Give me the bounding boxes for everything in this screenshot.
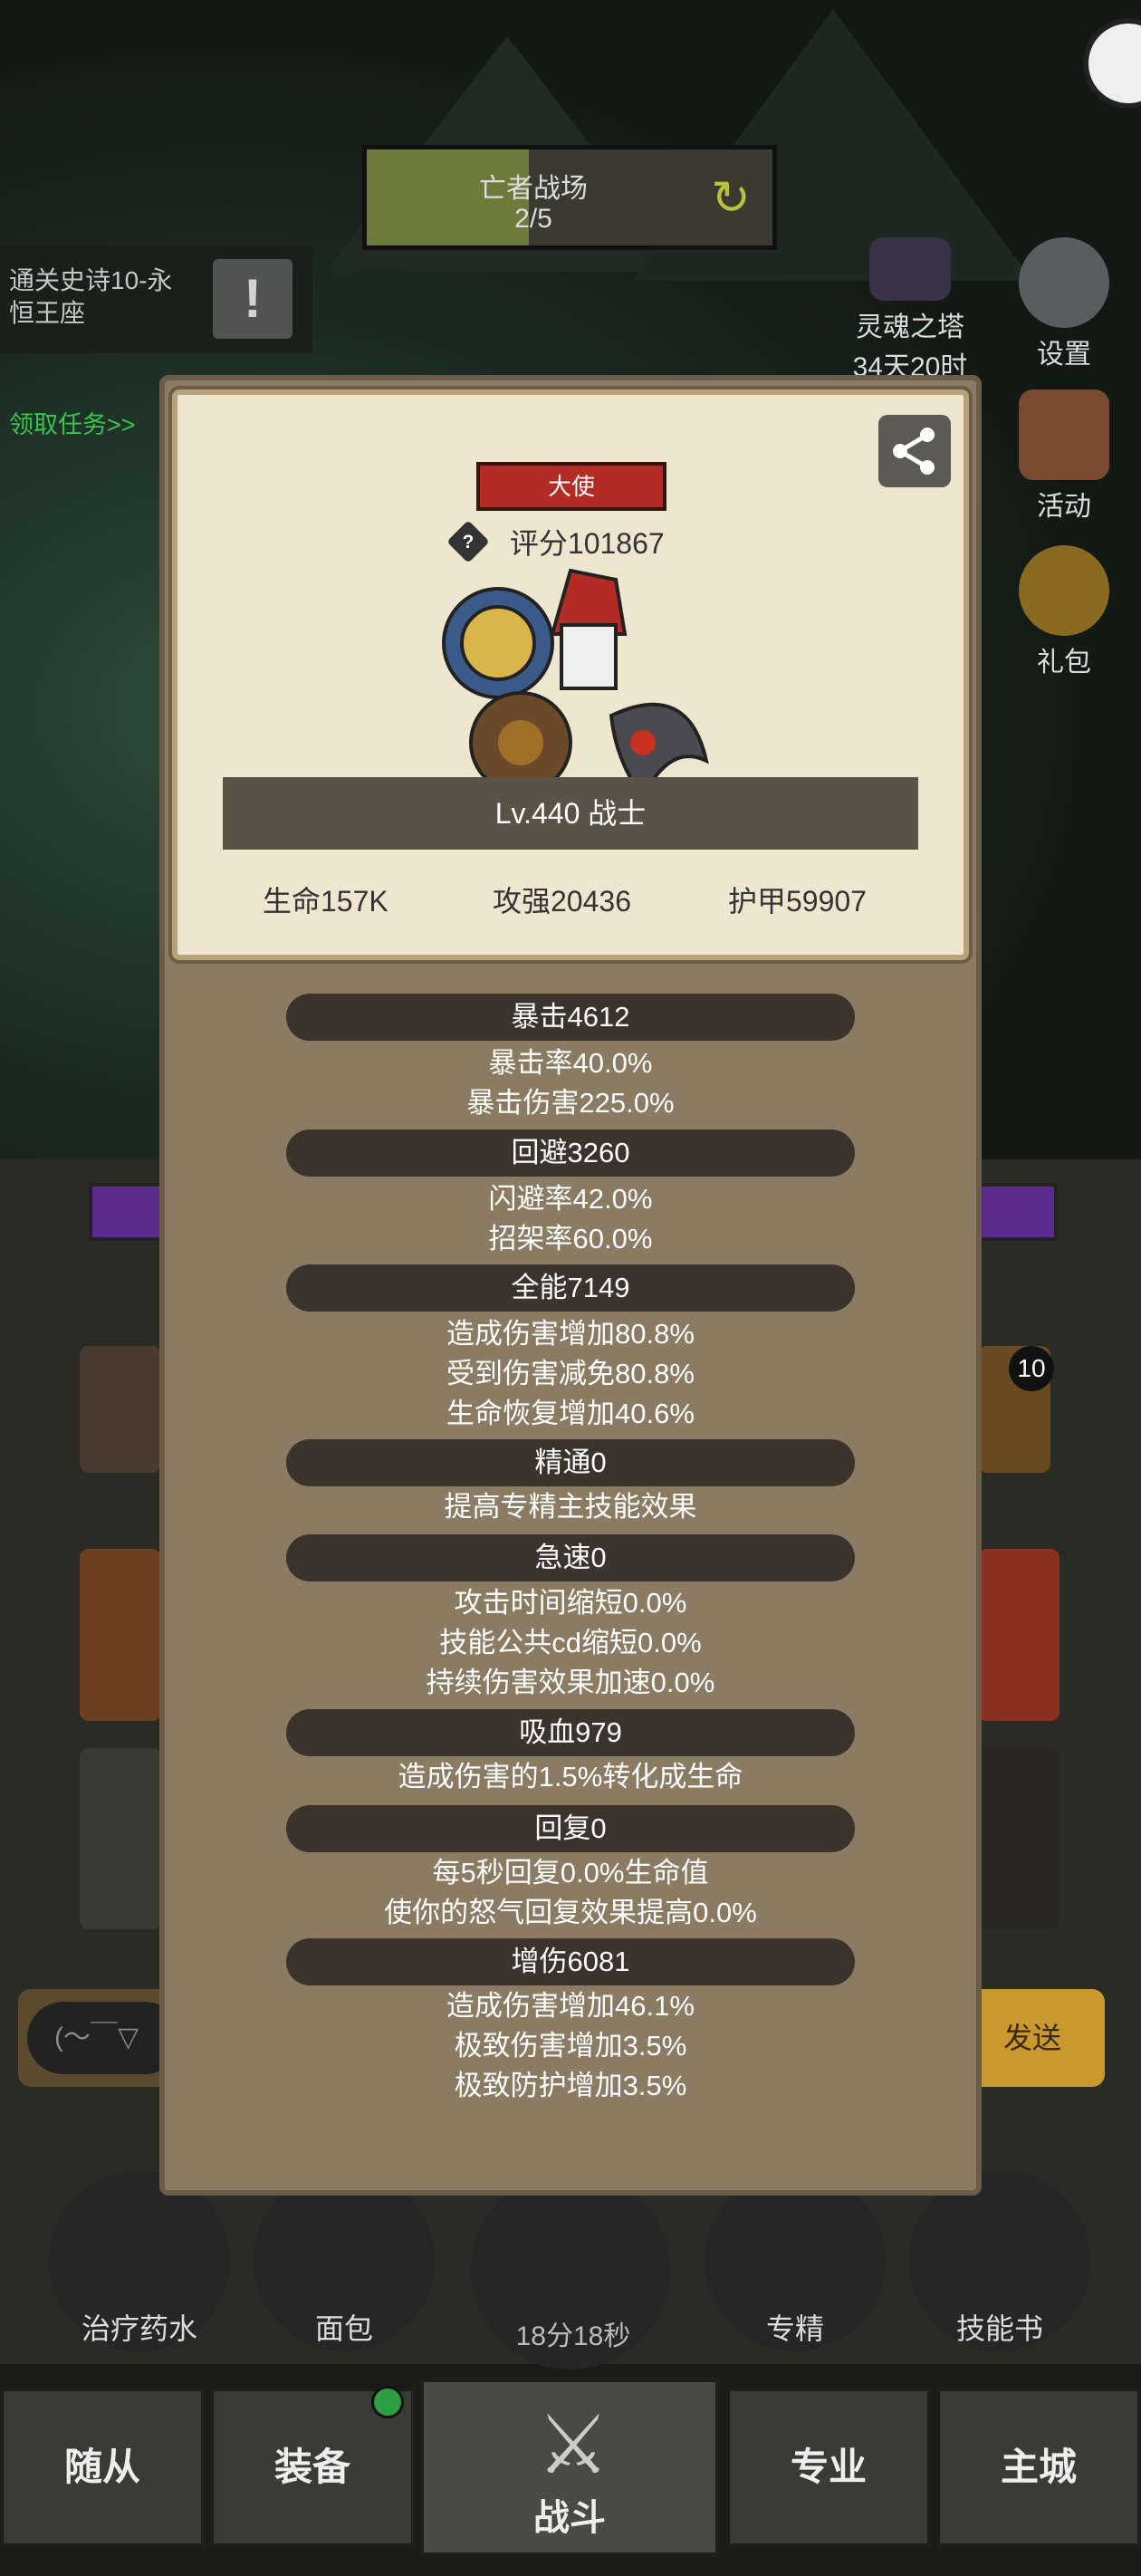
activities-label: 活动 <box>1037 492 1091 522</box>
section-line: 技能公共cd缩短0.0% <box>439 1627 702 1658</box>
healing-potion-slot[interactable]: 治疗药水 <box>49 2170 230 2351</box>
mission-box[interactable]: 通关史诗10-永恒王座 ! <box>0 246 312 353</box>
settings-button[interactable]: 设置 <box>1005 237 1123 371</box>
quest-progress-bar[interactable]: 亡者战场 2/5 ↻ <box>362 145 777 250</box>
activities-button[interactable]: 活动 <box>1005 389 1123 524</box>
section-line: 使你的怒气回复效果提高0.0% <box>384 1897 757 1928</box>
title-badge: 大使 <box>476 462 666 511</box>
chat-input[interactable]: (～￣▽ <box>27 2002 181 2074</box>
section-header: 全能7149 <box>286 1264 855 1312</box>
section-line: 暴击率40.0% <box>488 1047 653 1079</box>
section-line: 生命恢复增加40.6% <box>446 1398 695 1429</box>
equipment-slot[interactable] <box>80 1346 161 1473</box>
section-header: 暴击4612 <box>286 994 855 1041</box>
help-icon[interactable]: ? <box>446 520 490 563</box>
tab-followers[interactable]: 随从 <box>0 2388 205 2547</box>
section-line: 攻击时间缩短0.0% <box>454 1587 687 1619</box>
share-button[interactable] <box>878 415 951 487</box>
section-line: 每5秒回复0.0%生命值 <box>432 1857 709 1889</box>
section-header: 急速0 <box>286 1534 855 1581</box>
crossed-swords-icon: ⚔ <box>536 2400 610 2491</box>
tab-profession[interactable]: 专业 <box>726 2388 931 2547</box>
tab-main-city[interactable]: 主城 <box>936 2388 1141 2547</box>
quest-count: 2/5 <box>514 204 552 234</box>
gear-icon <box>1019 237 1109 328</box>
tower-label: 灵魂之塔 <box>856 312 964 342</box>
score-row: ? 评分101867 <box>446 520 665 563</box>
gift-label: 礼包 <box>1037 648 1091 678</box>
section-line: 暴击伤害225.0% <box>466 1087 675 1119</box>
section-line: 闪避率42.0% <box>488 1183 653 1215</box>
quest-title: 亡者战场 <box>479 174 588 204</box>
equipment-slot[interactable]: 10 <box>978 1346 1054 1473</box>
chest-timer: 18分18秒 <box>515 2321 631 2351</box>
section-header: 回复0 <box>286 1805 855 1852</box>
calendar-icon <box>1019 389 1109 480</box>
exclamation-icon: ! <box>213 259 292 339</box>
section-line: 造成伤害增加46.1% <box>446 1990 695 2022</box>
tab-battle[interactable]: ⚔ 战斗 <box>420 2379 719 2556</box>
hp-stat: 生命157K <box>263 885 388 918</box>
mission-text: 通关史诗10-永恒王座 <box>9 266 173 327</box>
notification-badge <box>371 2386 404 2418</box>
settings-label: 设置 <box>1037 340 1091 370</box>
equipment-slot[interactable] <box>978 1549 1060 1721</box>
section-header: 回避3260 <box>286 1129 855 1177</box>
equipment-slot[interactable] <box>978 1748 1060 1929</box>
tab-battle-label: 战斗 <box>533 2498 606 2538</box>
bread-slot[interactable]: 面包 <box>254 2170 435 2351</box>
armor-stat: 护甲59907 <box>728 885 867 918</box>
tower-icon <box>869 237 951 301</box>
healing-potion-label: 治疗药水 <box>81 2312 197 2345</box>
gift-icon <box>1019 545 1109 636</box>
specialization-label: 专精 <box>765 2312 824 2345</box>
skill-book-label: 技能书 <box>955 2312 1043 2345</box>
section-line: 造成伤害增加80.8% <box>446 1318 695 1350</box>
section-line: 极致防护增加3.5% <box>454 2070 687 2101</box>
share-icon <box>893 428 935 475</box>
gift-button[interactable]: 礼包 <box>1005 545 1123 679</box>
equipment-slot[interactable] <box>80 1748 161 1929</box>
claim-mission-link[interactable]: 领取任务>> <box>9 405 136 440</box>
equipment-slot[interactable] <box>80 1549 161 1721</box>
section-line: 提高专精主技能效果 <box>444 1491 697 1523</box>
specialization-slot[interactable]: 专精 <box>705 2170 886 2351</box>
section-line: 受到伤害减免80.8% <box>446 1358 695 1389</box>
attack-stat: 攻强20436 <box>493 885 631 918</box>
score-value: 评分101867 <box>509 527 665 560</box>
section-header: 吸血979 <box>286 1709 855 1756</box>
experience-bar-right <box>978 1183 1058 1241</box>
slot-count-badge: 10 <box>1009 1346 1054 1391</box>
skill-book-slot[interactable]: 技能书 <box>909 2170 1090 2351</box>
soul-tower-button[interactable]: 灵魂之塔 34天20时 <box>829 237 992 384</box>
section-line: 招架率60.0% <box>488 1223 653 1254</box>
refresh-icon[interactable]: ↻ <box>705 173 756 224</box>
section-line: 持续伤害效果加速0.0% <box>426 1667 715 1698</box>
level-bar: Lv.440 战士 <box>223 777 918 850</box>
bread-label: 面包 <box>314 2312 373 2345</box>
section-line: 造成伤害的1.5%转化成生命 <box>398 1761 743 1793</box>
send-button[interactable]: 发送 <box>960 1989 1105 2087</box>
section-header: 增伤6081 <box>286 1938 855 1985</box>
section-line: 极致伤害增加3.5% <box>454 2030 687 2062</box>
section-header: 精通0 <box>286 1439 855 1486</box>
